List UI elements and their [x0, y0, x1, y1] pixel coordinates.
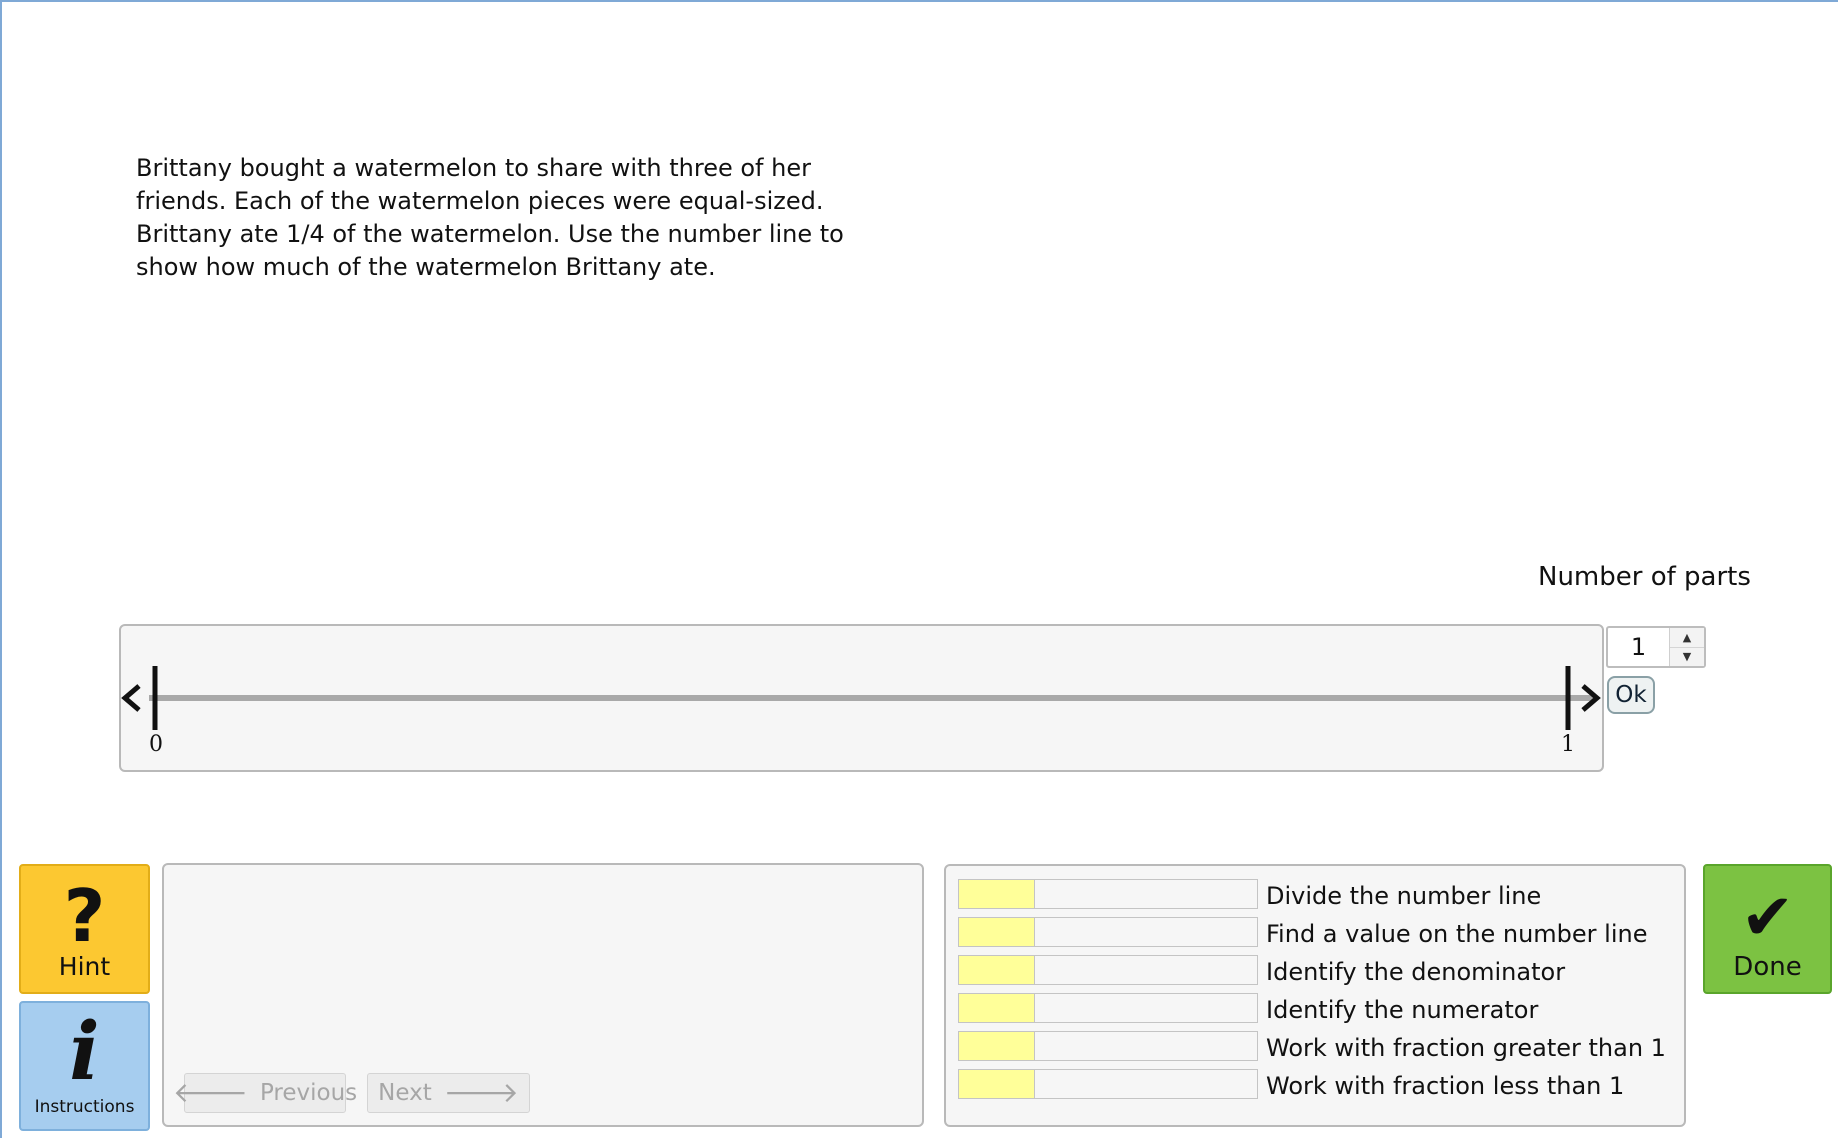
hint-button[interactable]: ? Hint: [19, 864, 150, 994]
parts-spinner[interactable]: 1 ▲ ▼: [1606, 626, 1706, 668]
skill-progress-bar: [958, 917, 1258, 947]
arrow-left-icon: 🡐: [172, 1076, 248, 1109]
skill-label: Identify the denominator: [1266, 958, 1566, 986]
instructions-label: Instructions: [34, 1097, 135, 1117]
problem-line: friends. Each of the watermelon pieces w…: [136, 187, 824, 215]
next-label: Next: [378, 1080, 432, 1106]
next-button[interactable]: Next 🡒: [367, 1073, 530, 1113]
previous-button[interactable]: 🡐 Previous: [173, 1073, 357, 1113]
skill-label: Work with fraction less than 1: [1266, 1072, 1625, 1100]
skill-progress-fill: [959, 994, 1035, 1022]
tick-label-end: 1: [1561, 732, 1575, 757]
skill-label: Identify the numerator: [1266, 996, 1539, 1024]
spin-down-icon[interactable]: ▼: [1670, 648, 1704, 667]
checkmark-icon: ✔: [1740, 881, 1795, 955]
ok-button[interactable]: Ok: [1607, 676, 1655, 714]
skills-panel: Divide the number line Find a value on t…: [944, 864, 1686, 1127]
parts-value[interactable]: 1: [1608, 628, 1670, 666]
number-line[interactable]: [119, 624, 1604, 772]
skill-label: Work with fraction greater than 1: [1266, 1034, 1666, 1062]
spin-up-icon[interactable]: ▲: [1670, 628, 1704, 648]
skill-progress-fill: [959, 918, 1035, 946]
arrow-right-icon: 🡒: [443, 1076, 519, 1109]
done-label: Done: [1733, 952, 1802, 982]
instructions-button[interactable]: i Instructions: [19, 1001, 150, 1131]
hint-label: Hint: [58, 952, 111, 981]
skill-progress-fill: [959, 1070, 1035, 1098]
skill-progress-fill: [959, 956, 1035, 984]
left-arrow-icon: [121, 684, 141, 712]
tick-label-start: 0: [149, 732, 163, 757]
skill-progress-fill: [959, 1032, 1035, 1060]
skill-progress-bar: [958, 879, 1258, 909]
skill-label: Find a value on the number line: [1266, 920, 1648, 948]
skill-progress-bar: [958, 1069, 1258, 1099]
skill-progress-bar: [958, 955, 1258, 985]
info-icon: i: [69, 1004, 100, 1098]
skill-progress-bar: [958, 993, 1258, 1023]
question-mark-icon: ?: [63, 874, 106, 958]
skill-progress-fill: [959, 880, 1035, 908]
skill-label: Divide the number line: [1266, 882, 1542, 910]
problem-line: show how much of the watermelon Brittany…: [136, 253, 716, 281]
number-of-parts-label: Number of parts: [1538, 562, 1751, 592]
previous-label: Previous: [259, 1080, 358, 1106]
done-button[interactable]: ✔ Done: [1703, 864, 1832, 994]
problem-line: Brittany bought a watermelon to share wi…: [136, 154, 811, 182]
problem-statement: Brittany bought a watermelon to share wi…: [136, 152, 896, 284]
skill-progress-bar: [958, 1031, 1258, 1061]
problem-line: Brittany ate 1/4 of the watermelon. Use …: [136, 220, 844, 248]
